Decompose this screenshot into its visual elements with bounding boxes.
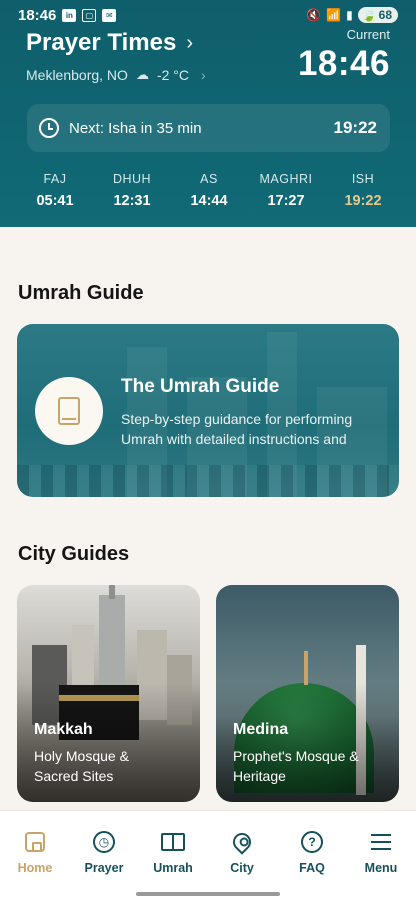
book-icon (58, 397, 80, 425)
prayer-name: AS (200, 172, 218, 186)
chevron-right-icon: › (186, 31, 193, 54)
city-desc-line: Prophet's Mosque & (233, 748, 359, 764)
screenshot-icon: ▢ (82, 8, 97, 22)
current-label: Current (346, 27, 390, 42)
nav-city[interactable]: City (207, 829, 277, 875)
menu-icon (371, 834, 391, 850)
prayer-time: 05:41 (36, 193, 74, 209)
city-card-makkah[interactable]: Makkah Holy Mosque & Sacred Sites (17, 585, 200, 802)
clock-icon: ◷ (93, 831, 115, 853)
prayer-time: 19:22 (344, 193, 382, 209)
prayer-time: 17:27 (267, 193, 305, 209)
prayer-dhuhr[interactable]: DHUH 12:31 (95, 172, 169, 209)
prayer-name: FAJ (43, 172, 67, 186)
nav-faq[interactable]: ? FAQ (277, 829, 347, 875)
umrah-section-title: Umrah Guide (18, 282, 144, 304)
nav-label: Umrah (153, 861, 193, 875)
location-pin-icon (229, 829, 255, 855)
prayer-name: MAGHRI (259, 172, 313, 186)
umrah-card-title: The Umrah Guide (121, 376, 280, 397)
prayer-time: 12:31 (113, 193, 151, 209)
nav-home[interactable]: Home (0, 829, 70, 875)
prayer-fajr[interactable]: FAJ 05:41 (18, 172, 92, 209)
umrah-guide-card[interactable]: The Umrah Guide Step-by-step guidance fo… (17, 324, 399, 497)
nav-label: Menu (364, 861, 398, 875)
prayer-time: 14:44 (190, 193, 228, 209)
cloud-icon: ☁ (135, 67, 149, 82)
prayer-maghrib[interactable]: MAGHRI 17:27 (249, 172, 323, 209)
prayer-name: DHUH (112, 172, 152, 186)
city-name: Makkah (34, 721, 93, 738)
battery-level: 68 (378, 8, 392, 22)
nav-label: Home (17, 861, 53, 875)
status-right: 🔇 📶 ▮ 🍃 68 (306, 7, 398, 23)
book-icon (161, 833, 185, 851)
location-row[interactable]: Meklenborg, NO ☁ -2 °C › (26, 67, 206, 83)
prayer-times-row: FAJ 05:41 DHUH 12:31 AS 14:44 MAGHRI 17:… (18, 172, 400, 209)
status-left: 18:46 in ▢ ✉ (18, 6, 117, 24)
home-indicator[interactable] (136, 892, 280, 896)
nav-label: FAQ (299, 861, 325, 875)
city-description: Prophet's Mosque & Heritage (233, 746, 359, 786)
prayer-asr[interactable]: AS 14:44 (172, 172, 246, 209)
nav-menu[interactable]: Menu (346, 829, 416, 875)
city-desc-line: Sacred Sites (34, 768, 114, 784)
help-icon: ? (301, 831, 323, 853)
chevron-right-icon: › (200, 67, 206, 83)
next-prayer-bar[interactable]: Next: Isha in 35 min 19:22 (27, 104, 390, 152)
status-time: 18:46 (18, 6, 57, 24)
weather-temperature: -2 °C (156, 67, 189, 83)
prayer-times-header: 18:46 in ▢ ✉ 🔇 📶 ▮ 🍃 68 Prayer Times › Me… (0, 0, 416, 227)
nav-label: Prayer (84, 861, 124, 875)
page-title[interactable]: Prayer Times › (26, 29, 193, 57)
battery-icon: 🍃 68 (357, 7, 398, 23)
prayer-name: ISH (351, 172, 375, 186)
mute-icon: 🔇 (306, 8, 322, 22)
page-title-text: Prayer Times (26, 29, 177, 56)
city-card-medina[interactable]: Medina Prophet's Mosque & Heritage (216, 585, 399, 802)
linkedin-icon: in (62, 8, 77, 22)
umrah-card-description: Step-by-step guidance for performing Umr… (121, 411, 353, 447)
city-desc-line: Heritage (233, 768, 286, 784)
signal-icon: ▮ (346, 8, 353, 22)
umrah-icon-circle (35, 377, 103, 445)
bottom-navigation: Home ◷ Prayer Umrah City ? FAQ Menu (0, 810, 416, 902)
wifi-icon: 📶 (326, 8, 342, 22)
current-time: 18:46 (297, 44, 390, 83)
nav-prayer[interactable]: ◷ Prayer (69, 829, 139, 875)
city-name: Medina (233, 721, 289, 738)
city-desc-line: Holy Mosque & (34, 748, 129, 764)
status-bar: 18:46 in ▢ ✉ 🔇 📶 ▮ 🍃 68 (0, 0, 416, 30)
mail-icon: ✉ (102, 8, 117, 22)
nav-label: City (230, 861, 254, 875)
next-prayer-info: Next: Isha in 35 min (39, 118, 202, 138)
nav-umrah[interactable]: Umrah (138, 829, 208, 875)
home-icon (25, 832, 45, 852)
city-guides-section-title: City Guides (18, 543, 130, 565)
next-prayer-time: 19:22 (333, 118, 377, 137)
next-prayer-label: Next: Isha in 35 min (69, 119, 202, 137)
prayer-isha[interactable]: ISH 19:22 (326, 172, 400, 209)
location-text: Meklenborg, NO (26, 67, 128, 83)
city-description: Holy Mosque & Sacred Sites (34, 746, 129, 786)
clock-icon (39, 118, 59, 138)
